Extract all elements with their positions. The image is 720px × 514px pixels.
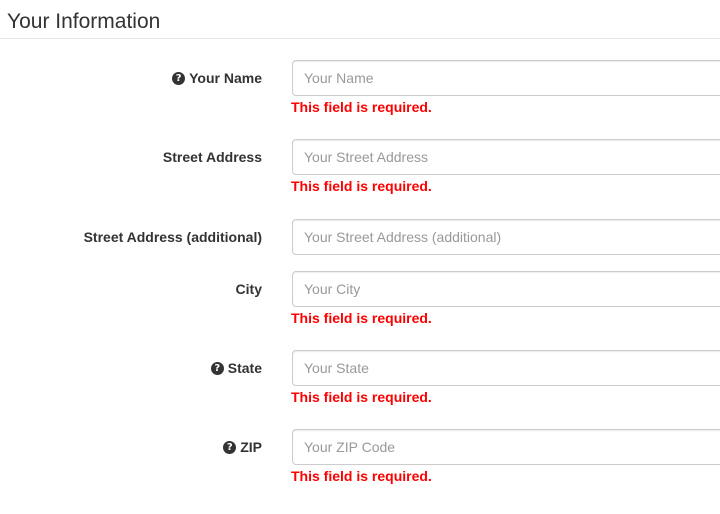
city-label-text: City [235, 281, 262, 297]
section-divider [0, 38, 720, 39]
zip-label: ? ZIP [223, 438, 262, 456]
zip-error: This field is required. [291, 468, 432, 484]
city-label: City [236, 280, 262, 298]
state-error: This field is required. [291, 389, 432, 405]
street-address-additional-label-text: Street Address (additional) [83, 229, 262, 245]
state-label-text: State [227, 360, 262, 376]
street-address-label-text: Street Address [162, 149, 262, 165]
state-label: ? State [210, 359, 262, 377]
section-title: Your Information [7, 10, 161, 33]
your-name-error: This field is required. [291, 99, 432, 115]
street-address-input[interactable] [292, 139, 720, 175]
street-address-label: Street Address [163, 148, 262, 166]
city-error: This field is required. [291, 310, 432, 326]
city-input[interactable] [292, 271, 720, 307]
zip-label-text: ZIP [240, 439, 262, 455]
question-circle-icon[interactable]: ? [210, 361, 224, 375]
street-address-error: This field is required. [291, 178, 432, 194]
zip-input[interactable] [292, 429, 720, 465]
street-address-additional-label: Street Address (additional) [84, 228, 262, 246]
question-circle-icon[interactable]: ? [223, 440, 237, 454]
form-page: Your Information ? Your Name This field … [0, 0, 720, 514]
question-circle-icon[interactable]: ? [172, 71, 186, 85]
your-name-input[interactable] [292, 60, 720, 96]
street-address-additional-input[interactable] [292, 219, 720, 255]
your-name-label-text: Your Name [189, 70, 262, 86]
state-input[interactable] [292, 350, 720, 386]
your-name-label: ? Your Name [172, 69, 262, 87]
